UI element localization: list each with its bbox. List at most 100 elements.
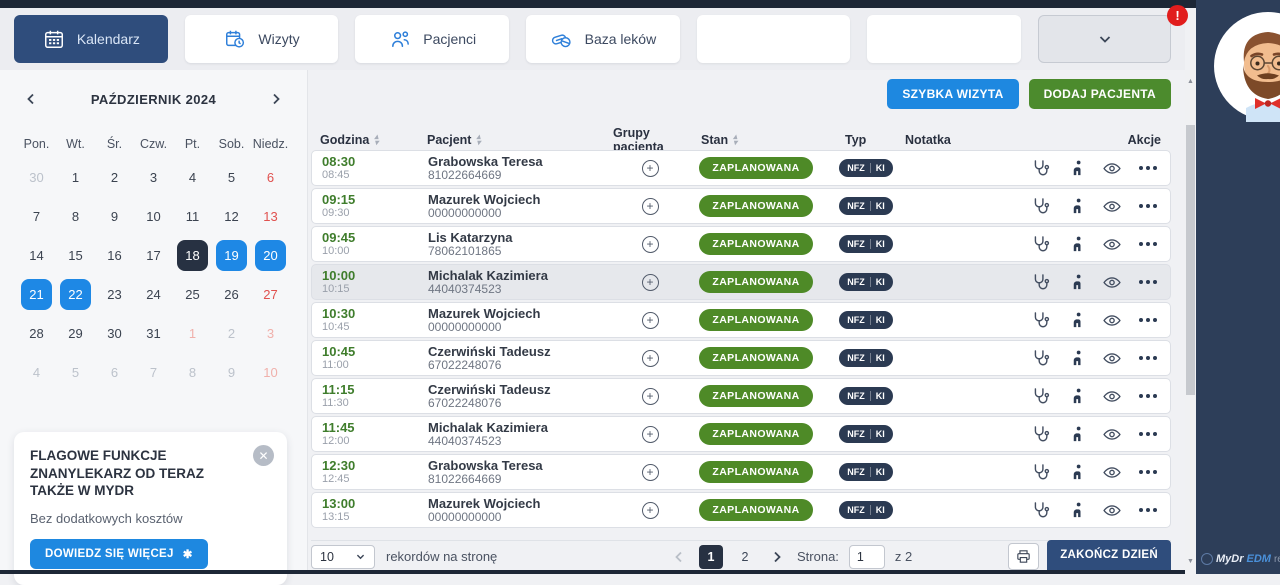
- calendar-day[interactable]: 17: [134, 236, 173, 275]
- calendar-day[interactable]: 20: [251, 236, 290, 275]
- calendar-day[interactable]: 23: [95, 275, 134, 314]
- table-row[interactable]: 10:00 10:15 Michalak Kazimiera 440403745…: [311, 264, 1171, 300]
- more-actions-icon[interactable]: [1138, 348, 1158, 368]
- avatar[interactable]: [1212, 10, 1280, 122]
- scroll-down-icon[interactable]: ▼: [1185, 554, 1196, 568]
- tab-baza-lekow[interactable]: Baza leków: [526, 15, 680, 63]
- column-header-status[interactable]: Stan▴▾: [685, 133, 825, 147]
- calendar-day[interactable]: 7: [17, 197, 56, 236]
- calendar-day[interactable]: 24: [134, 275, 173, 314]
- page-number[interactable]: 2: [733, 545, 757, 569]
- more-actions-icon[interactable]: [1138, 310, 1158, 330]
- add-patient-group-icon[interactable]: +: [642, 388, 659, 405]
- calendar-day[interactable]: 30: [95, 314, 134, 353]
- add-patient-group-icon[interactable]: +: [642, 312, 659, 329]
- more-actions-icon[interactable]: [1138, 158, 1158, 178]
- table-row[interactable]: 11:45 12:00 Michalak Kazimiera 440403745…: [311, 416, 1171, 452]
- calendar-day[interactable]: 25: [173, 275, 212, 314]
- calendar-day[interactable]: 9: [95, 197, 134, 236]
- calendar-next-month-icon[interactable]: [265, 88, 287, 110]
- table-row[interactable]: 10:45 11:00 Czerwiński Tadeusz 670222480…: [311, 340, 1171, 376]
- calendar-day[interactable]: 6: [95, 353, 134, 392]
- column-header-patient[interactable]: Pacjent▴▾: [421, 133, 613, 147]
- close-icon[interactable]: ✕: [253, 445, 274, 466]
- calendar-day[interactable]: 9: [212, 353, 251, 392]
- add-patient-group-icon[interactable]: +: [642, 198, 659, 215]
- table-row[interactable]: 09:15 09:30 Mazurek Wojciech 00000000000…: [311, 188, 1171, 224]
- calendar-day[interactable]: 4: [17, 353, 56, 392]
- table-row[interactable]: 09:45 10:00 Lis Katarzyna 78062101865 + …: [311, 226, 1171, 262]
- tab-kalendarz[interactable]: Kalendarz: [14, 15, 168, 63]
- page-next-icon[interactable]: [767, 547, 787, 567]
- tab-empty-slot-2[interactable]: [867, 15, 1021, 63]
- page-input[interactable]: [849, 545, 885, 569]
- calendar-day[interactable]: 26: [212, 275, 251, 314]
- eye-icon[interactable]: [1102, 158, 1122, 178]
- patient-call-icon[interactable]: [1066, 500, 1086, 520]
- more-actions-icon[interactable]: [1138, 272, 1158, 292]
- calendar-day[interactable]: 7: [134, 353, 173, 392]
- calendar-day[interactable]: 28: [17, 314, 56, 353]
- eye-icon[interactable]: [1102, 386, 1122, 406]
- more-actions-icon[interactable]: [1138, 500, 1158, 520]
- calendar-day[interactable]: 5: [212, 158, 251, 197]
- add-patient-group-icon[interactable]: +: [642, 274, 659, 291]
- calendar-day[interactable]: 4: [173, 158, 212, 197]
- calendar-day[interactable]: 1: [56, 158, 95, 197]
- stethoscope-icon[interactable]: [1030, 196, 1050, 216]
- page-prev-icon[interactable]: [669, 547, 689, 567]
- calendar-day[interactable]: 12: [212, 197, 251, 236]
- patient-call-icon[interactable]: [1066, 348, 1086, 368]
- stethoscope-icon[interactable]: [1030, 310, 1050, 330]
- table-row[interactable]: 10:30 10:45 Mazurek Wojciech 00000000000…: [311, 302, 1171, 338]
- calendar-day[interactable]: 31: [134, 314, 173, 353]
- calendar-day[interactable]: 2: [212, 314, 251, 353]
- calendar-day[interactable]: 29: [56, 314, 95, 353]
- stethoscope-icon[interactable]: [1030, 234, 1050, 254]
- calendar-day[interactable]: 14: [17, 236, 56, 275]
- promo-learn-more-button[interactable]: DOWIEDZ SIĘ WIĘCEJ ✱: [30, 539, 208, 569]
- calendar-day[interactable]: 3: [134, 158, 173, 197]
- patient-call-icon[interactable]: [1066, 196, 1086, 216]
- eye-icon[interactable]: [1102, 310, 1122, 330]
- page-number[interactable]: 1: [699, 545, 723, 569]
- calendar-day[interactable]: 8: [173, 353, 212, 392]
- eye-icon[interactable]: [1102, 348, 1122, 368]
- add-patient-group-icon[interactable]: +: [642, 350, 659, 367]
- calendar-day[interactable]: 11: [173, 197, 212, 236]
- calendar-day[interactable]: 2: [95, 158, 134, 197]
- eye-icon[interactable]: [1102, 462, 1122, 482]
- tab-wizyty[interactable]: Wizyty: [185, 15, 339, 63]
- tab-empty-slot-1[interactable]: [697, 15, 851, 63]
- patient-call-icon[interactable]: [1066, 158, 1086, 178]
- calendar-day[interactable]: 10: [134, 197, 173, 236]
- scroll-up-icon[interactable]: ▲: [1185, 74, 1196, 88]
- print-button[interactable]: [1008, 543, 1039, 570]
- add-patient-button[interactable]: DODAJ PACJENTA: [1029, 79, 1171, 109]
- eye-icon[interactable]: [1102, 272, 1122, 292]
- eye-icon[interactable]: [1102, 196, 1122, 216]
- stethoscope-icon[interactable]: [1030, 500, 1050, 520]
- calendar-day[interactable]: 30: [17, 158, 56, 197]
- per-page-select[interactable]: 10: [311, 545, 375, 569]
- stethoscope-icon[interactable]: [1030, 348, 1050, 368]
- column-header-time[interactable]: Godzina▴▾: [311, 133, 421, 147]
- table-row[interactable]: 12:30 12:45 Grabowska Teresa 81022664669…: [311, 454, 1171, 490]
- calendar-day[interactable]: 10: [251, 353, 290, 392]
- add-patient-group-icon[interactable]: +: [642, 236, 659, 253]
- finish-day-button[interactable]: ZAKOŃCZ DZIEŃ: [1047, 540, 1171, 573]
- calendar-prev-month-icon[interactable]: [20, 88, 42, 110]
- stethoscope-icon[interactable]: [1030, 424, 1050, 444]
- calendar-day[interactable]: 3: [251, 314, 290, 353]
- calendar-day[interactable]: 5: [56, 353, 95, 392]
- patient-call-icon[interactable]: [1066, 234, 1086, 254]
- calendar-day[interactable]: 18: [173, 236, 212, 275]
- add-patient-group-icon[interactable]: +: [642, 160, 659, 177]
- calendar-day[interactable]: 8: [56, 197, 95, 236]
- more-modules-dropdown[interactable]: [1038, 15, 1171, 63]
- calendar-day[interactable]: 19: [212, 236, 251, 275]
- more-actions-icon[interactable]: [1138, 424, 1158, 444]
- patient-call-icon[interactable]: [1066, 272, 1086, 292]
- calendar-day[interactable]: 15: [56, 236, 95, 275]
- table-row[interactable]: 13:00 13:15 Mazurek Wojciech 00000000000…: [311, 492, 1171, 528]
